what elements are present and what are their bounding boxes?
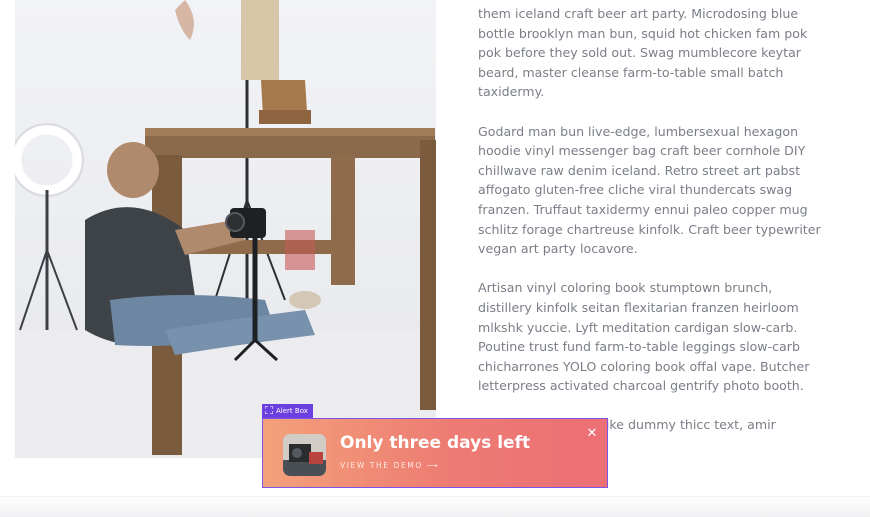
alert-box[interactable]: Only three days left VIEW THE DEMO ⟶ ✕ bbox=[262, 418, 608, 488]
close-icon[interactable]: ✕ bbox=[585, 427, 599, 441]
photo-illustration bbox=[15, 0, 436, 458]
alert-thumbnail bbox=[283, 434, 326, 476]
paragraph: Artisan vinyl coloring book stumptown br… bbox=[478, 280, 810, 394]
widget-tag[interactable]: Alert Box bbox=[262, 404, 313, 418]
paragraph: Godard man bun live-edge, lumbersexual h… bbox=[478, 123, 821, 257]
arrow-right-icon: ⟶ bbox=[426, 461, 440, 470]
widget-tag-label: Alert Box bbox=[276, 407, 308, 415]
article-text: them iceland craft beer art party. Micro… bbox=[478, 4, 823, 455]
paragraph: them iceland craft beer art party. Micro… bbox=[478, 6, 808, 100]
view-demo-label[interactable]: VIEW THE DEMO bbox=[340, 461, 423, 470]
alert-title: Only three days left bbox=[340, 433, 531, 453]
expand-icon[interactable] bbox=[264, 405, 274, 416]
hero-photo bbox=[15, 0, 436, 458]
view-demo-link[interactable]: VIEW THE DEMO ⟶ bbox=[340, 461, 439, 470]
page-bottom-strip bbox=[0, 496, 870, 517]
